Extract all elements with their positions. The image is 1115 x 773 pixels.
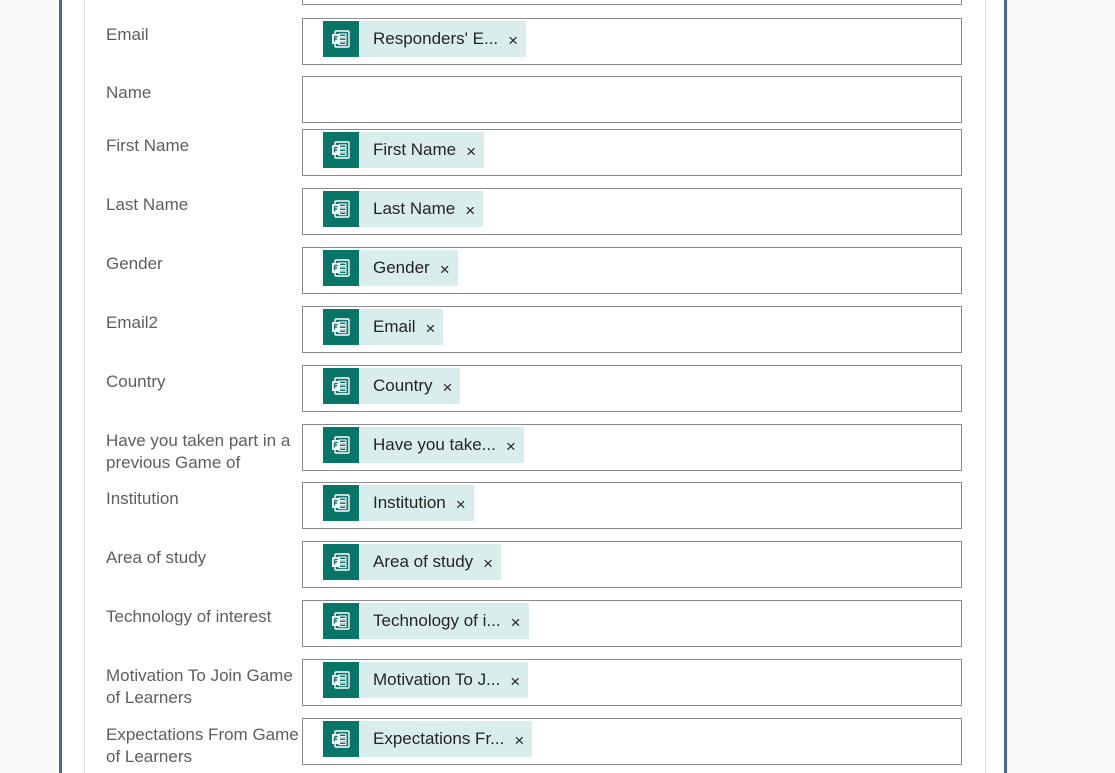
dynamic-content-token[interactable]: First Name ×: [323, 132, 485, 168]
field-label: First Name: [106, 136, 190, 155]
field-input[interactable]: Email ×: [302, 306, 962, 353]
remove-token-icon[interactable]: ×: [501, 611, 529, 631]
dynamic-content-token[interactable]: Area of study ×: [323, 544, 502, 580]
dynamic-content-token[interactable]: Have you take... ×: [323, 427, 524, 463]
forms-icon: [323, 21, 359, 57]
field-input[interactable]: [302, 76, 962, 123]
token-label: Last Name: [373, 199, 456, 218]
field-label: Area of study: [106, 548, 207, 567]
remove-token-icon[interactable]: ×: [498, 29, 526, 49]
field-label: Technology of interest: [106, 607, 272, 626]
remove-token-icon[interactable]: ×: [504, 729, 532, 749]
forms-icon: [323, 485, 359, 521]
token-label: Gender: [373, 258, 430, 277]
field-input[interactable]: Institution ×: [302, 482, 962, 529]
remove-token-icon[interactable]: ×: [496, 435, 524, 455]
token-label: First Name: [373, 140, 457, 159]
token-label: Institution: [373, 493, 446, 512]
remove-token-icon[interactable]: ×: [433, 376, 461, 396]
field-input[interactable]: First Name ×: [302, 129, 962, 176]
dynamic-content-token[interactable]: Country ×: [323, 368, 461, 404]
field-label: Email2: [106, 313, 158, 332]
dynamic-content-token[interactable]: Expectations Fr... ×: [323, 721, 533, 757]
field-input[interactable]: Expectations Fr... ×: [302, 718, 962, 765]
dynamic-content-token[interactable]: Motivation To J... ×: [323, 662, 529, 698]
token-label: Motivation To J...: [373, 670, 501, 689]
field-label: Name: [106, 83, 152, 102]
previous-field-input[interactable]: [302, 0, 962, 5]
token-label: Responders' E...: [373, 29, 499, 48]
forms-icon: [323, 191, 359, 227]
field-label: Gender: [106, 254, 163, 273]
field-label: Last Name: [106, 195, 189, 214]
field-input[interactable]: Area of study ×: [302, 541, 962, 588]
remove-token-icon[interactable]: ×: [455, 199, 483, 219]
form-page: Email Responders' E... × Name First Name Firs…: [0, 0, 1115, 773]
field-input[interactable]: Gender ×: [302, 247, 962, 294]
field-input[interactable]: Have you take... ×: [302, 424, 962, 471]
token-label: Country: [373, 376, 433, 395]
dynamic-content-token[interactable]: Responders' E... ×: [323, 21, 527, 57]
token-label: Expectations Fr...: [373, 729, 505, 748]
dynamic-content-token[interactable]: Gender ×: [323, 250, 458, 286]
field-label: Have you taken part in a previous Game o…: [106, 431, 291, 472]
forms-icon: [323, 721, 359, 757]
field-label: Motivation To Join Game of Learners: [106, 666, 293, 707]
remove-token-icon[interactable]: ×: [416, 317, 444, 337]
field-input[interactable]: Responders' E... ×: [302, 18, 962, 65]
field-input[interactable]: Technology of i... ×: [302, 600, 962, 647]
forms-icon: [323, 427, 359, 463]
token-label: Have you take...: [373, 435, 496, 454]
forms-icon: [323, 662, 359, 698]
field-input[interactable]: Motivation To J... ×: [302, 659, 962, 706]
remove-token-icon[interactable]: ×: [500, 670, 528, 690]
dynamic-content-token[interactable]: Technology of i... ×: [323, 603, 529, 639]
token-label: Technology of i...: [373, 611, 501, 630]
field-input[interactable]: Country ×: [302, 365, 962, 412]
remove-token-icon[interactable]: ×: [430, 258, 458, 278]
remove-token-icon[interactable]: ×: [473, 552, 501, 572]
remove-token-icon[interactable]: ×: [456, 140, 484, 160]
token-label: Email: [373, 317, 416, 336]
field-label: Expectations From Game of Learners: [106, 725, 299, 766]
field-label: Country: [106, 372, 166, 391]
field-label: Email: [106, 25, 149, 44]
dynamic-content-token[interactable]: Institution ×: [323, 485, 474, 521]
forms-icon: [323, 309, 359, 345]
remove-token-icon[interactable]: ×: [446, 493, 474, 513]
dynamic-content-token[interactable]: Email ×: [323, 309, 444, 345]
forms-icon: [323, 132, 359, 168]
forms-icon: [323, 544, 359, 580]
token-label: Area of study: [373, 552, 474, 571]
dynamic-content-token[interactable]: Last Name ×: [323, 191, 484, 227]
field-input[interactable]: Last Name ×: [302, 188, 962, 235]
forms-icon: [323, 603, 359, 639]
forms-icon: [323, 368, 359, 404]
forms-icon: [323, 250, 359, 286]
field-label: Institution: [106, 489, 179, 508]
